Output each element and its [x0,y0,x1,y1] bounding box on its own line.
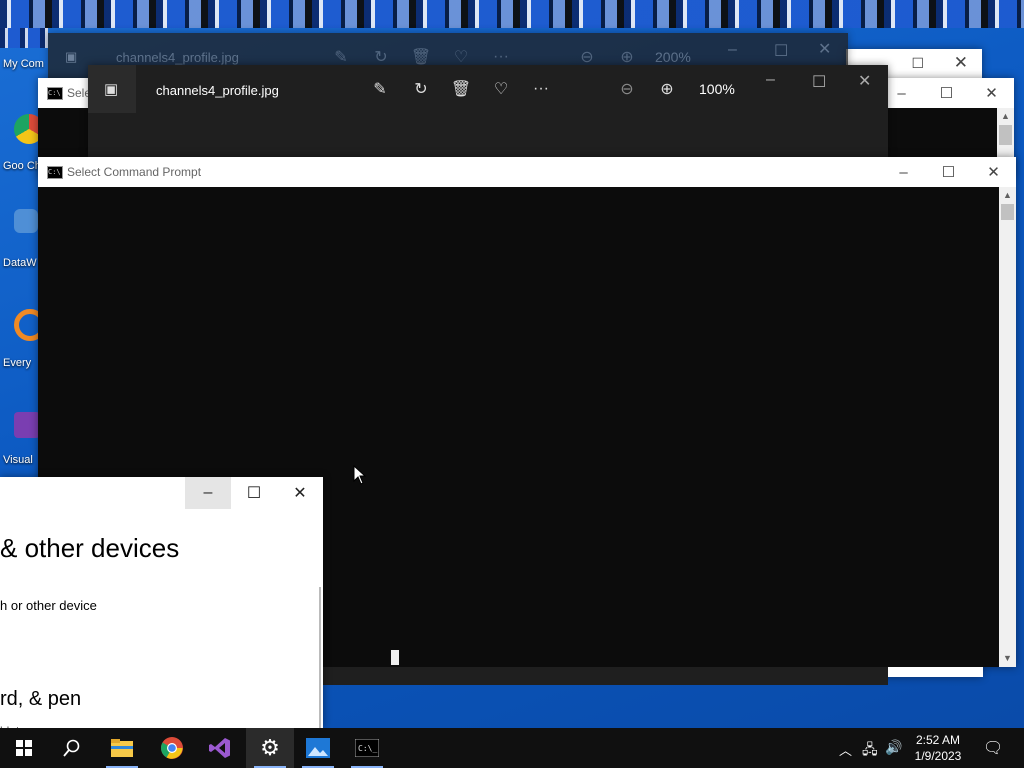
desktop-icon-label: Every [3,357,32,369]
minimize-icon[interactable]: – [728,41,737,59]
page-title: & other devices [0,533,180,563]
search-button[interactable] [48,728,96,768]
desktop-icon-label: DataW [3,257,37,269]
start-icon [16,740,32,756]
taskbar-chrome[interactable] [148,728,196,768]
display-glitch-band [0,0,1024,28]
file-explorer-icon [111,739,133,757]
close-icon[interactable]: ✕ [818,39,831,59]
zoom-level: 200% [655,49,691,65]
mouse-pointer-icon [353,465,367,485]
desktop-icon-label: Visual [3,454,33,466]
taskbar-photos[interactable] [294,728,342,768]
image-icon: ▣ [65,49,78,64]
window-title: Select Command Prompt [67,165,202,179]
taskbar-settings[interactable]: ⚙ [246,728,294,768]
scrollbar[interactable]: ▲ ▼ [999,187,1016,667]
maximize-icon[interactable]: ☐ [911,55,924,72]
notification-icon[interactable]: 🗨 [983,738,1003,758]
text-cursor [391,650,399,665]
command-prompt-icon: C:\_ [355,739,379,757]
minimize-icon[interactable]: – [766,71,775,89]
scroll-thumb[interactable] [1001,204,1014,220]
clock[interactable]: 2:52 AM 1/9/2023 [905,732,971,764]
image-icon: ▣ [104,81,119,98]
datawrangler-icon [14,209,38,233]
maximize-icon[interactable]: ☐ [924,78,969,108]
chrome-icon [161,737,183,759]
settings-icon: ⚙ [260,735,280,760]
show-hidden-icons-icon[interactable]: ︿ [839,740,852,759]
taskbar: ⚙ C:\_ ︿ 🖧 🔊 2:52 AM 1/9/2023 🗨 [0,728,1024,768]
clock-date: 1/9/2023 [914,749,962,763]
desktop-icon-my-computer[interactable]: My Com [0,44,44,74]
clock-time: 2:52 AM [915,733,961,747]
visual-studio-icon [209,738,230,758]
search-icon [63,739,80,757]
taskbar-command-prompt[interactable]: C:\_ [343,728,391,768]
close-icon[interactable]: ✕ [969,78,1014,108]
scroll-up-icon[interactable]: ▲ [997,108,1014,125]
command-prompt-icon: C:\ [47,87,63,100]
zoom-level: 100% [699,81,735,97]
photo-title: channels4_profile.jpg [156,83,279,98]
maximize-button[interactable]: ☐ [926,157,971,187]
title-bar[interactable]: C:\ Select Command Prompt – ☐ ✕ [38,157,1016,187]
desktop-icon-label: My Com [3,58,44,70]
delete-icon[interactable]: 🗑 [448,76,474,102]
photo-title: channels4_profile.jpg [116,50,239,65]
close-icon[interactable]: ✕ [954,53,968,73]
maximize-icon[interactable]: ☐ [812,72,826,92]
settings-window[interactable]: – ☐ ✕ & other devices h or other device … [0,477,323,728]
maximize-icon[interactable]: ☐ [774,41,788,61]
scrollbar[interactable] [319,587,321,728]
scroll-thumb[interactable] [999,125,1012,145]
close-button[interactable]: ✕ [277,477,323,509]
background-window-bottom [888,667,983,677]
more-icon[interactable]: ··· [528,76,554,102]
taskbar-file-explorer[interactable] [98,728,146,768]
scroll-up-icon[interactable]: ▲ [999,187,1016,204]
minimize-button[interactable]: – [881,157,926,187]
maximize-button[interactable]: ☐ [231,477,277,509]
photos-window-front: ▣ channels4_profile.jpg ✎ ↻ 🗑 ♡ ··· ⊖ ⊕ … [88,65,888,158]
visual-studio-icon [14,412,40,438]
scroll-down-icon[interactable]: ▼ [999,650,1016,667]
start-button[interactable] [0,728,48,768]
volume-icon[interactable]: 🔊 [885,739,902,756]
photos-icon [306,738,330,758]
taskbar-visual-studio[interactable] [196,728,244,768]
favorite-icon[interactable]: ♡ [488,76,514,102]
close-icon[interactable]: ✕ [858,71,871,91]
edit-icon[interactable]: ✎ [367,76,393,102]
command-prompt-icon: C:\ [47,166,63,179]
add-device-link[interactable]: h or other device [0,598,97,613]
photos-window-bottom [322,667,888,685]
minimize-button[interactable]: – [185,477,231,509]
rotate-icon[interactable]: ↻ [408,76,434,102]
close-button[interactable]: ✕ [971,157,1016,187]
svg-text:C:\_: C:\_ [358,744,377,753]
section-heading: rd, & pen [0,688,82,710]
network-icon[interactable]: 🖧 [862,739,878,763]
zoom-out-icon[interactable]: ⊖ [614,76,640,102]
zoom-in-icon[interactable]: ⊕ [654,76,680,102]
